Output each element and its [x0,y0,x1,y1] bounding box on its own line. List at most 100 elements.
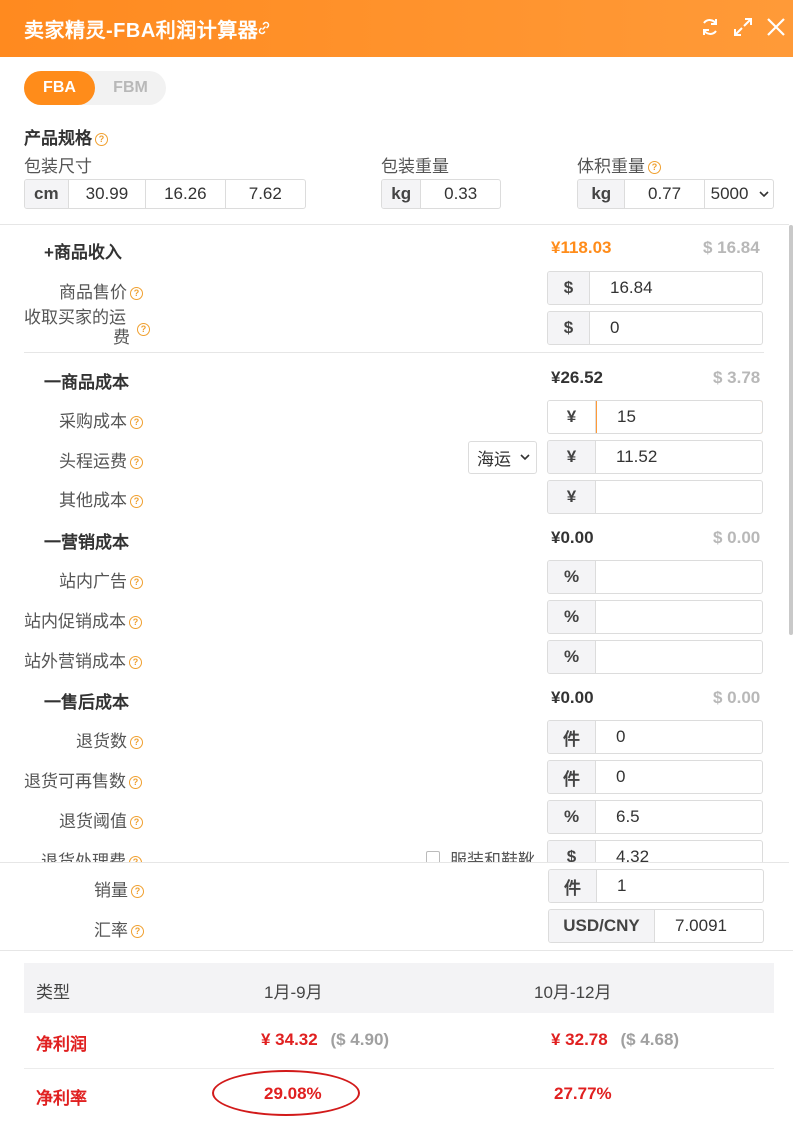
highlight-ellipse-annotation [212,1070,360,1116]
help-icon[interactable]: ? [129,616,142,630]
first-leg-freight-label: 头程运费? [59,447,143,472]
row-divider [24,1068,774,1069]
onsite-ads-field: % [547,560,763,594]
scrollbar[interactable] [789,225,793,635]
marketing-cost-title: 营销成本 [61,533,129,552]
resellable-returns-field: 件 0 [547,760,763,794]
after-sales-header[interactable]: 一售后成本 [44,688,129,713]
onsite-ads-text: 站内广告 [59,572,127,591]
net-profit-jan-sep-usd: ($ 4.90) [330,1030,390,1049]
close-icon[interactable] [764,15,788,39]
returns-field: 件 0 [547,720,763,754]
expand-icon[interactable] [731,15,755,39]
collapse-toggle-icon: 一 [44,693,61,712]
return-handling-fee-text: 退货处理费 [41,852,126,862]
net-profit-jan-sep: ¥ 34.32 ($ 4.90) [261,1030,389,1050]
help-icon[interactable]: ? [95,133,108,147]
purchase-cost-input[interactable]: 15 [596,401,762,433]
exchange-rate-text: 汇率 [94,921,128,940]
expand-toggle-icon: + [44,243,54,262]
returns-input[interactable]: 0 [596,721,762,753]
package-weight-input[interactable]: 0.33 [421,180,500,208]
return-threshold-text: 退货阈值 [59,812,127,831]
return-threshold-unit: % [548,801,596,833]
help-icon[interactable]: ? [129,656,142,670]
divisor-select[interactable]: 5000 [705,180,773,208]
help-icon[interactable]: ? [130,287,143,301]
quantity-field: 件 1 [548,869,764,903]
help-icon[interactable]: ? [129,776,142,790]
offsite-marketing-input[interactable] [596,641,762,673]
quantity-unit: 件 [549,870,597,902]
help-icon[interactable]: ? [130,576,143,590]
offsite-marketing-field: % [547,640,763,674]
income-title: 商品收入 [53,243,122,262]
return-handling-fee-input[interactable]: 4.32 [596,841,762,862]
net-profit-oct-dec-cny: ¥ 32.78 [551,1030,608,1049]
mode-toggle: FBA FBM [24,71,166,105]
help-icon[interactable]: ? [648,161,661,175]
income-usd: $ 16.84 [703,238,760,257]
divider [24,352,764,353]
returns-label: 退货数? [76,727,143,752]
income-header[interactable]: +商品收入 [44,238,122,263]
purchase-cost-text: 采购成本 [59,412,127,431]
package-size-group: cm 30.99 16.26 7.62 [24,179,306,209]
help-icon[interactable]: ? [130,416,143,430]
other-cost-field: ¥ [547,480,763,514]
first-leg-freight-input[interactable]: 11.52 [596,441,762,473]
cost-scroll-area[interactable]: +商品收入 ¥118.03 $ 16.84 商品售价? $ 16.84 收取买家… [0,226,789,862]
tab-fba[interactable]: FBA [24,71,95,105]
sale-price-input[interactable]: 16.84 [590,272,762,304]
shipping-charge-input[interactable]: 0 [590,312,762,344]
width-input[interactable]: 16.26 [146,180,226,208]
quantity-input[interactable]: 1 [597,870,763,902]
help-icon[interactable]: ? [130,736,143,750]
help-icon[interactable]: ? [130,456,143,470]
other-cost-input[interactable] [596,481,762,513]
volume-weight-label: 体积重量? [577,152,661,177]
link-icon[interactable] [256,20,272,36]
shipping-charge-label: 收取买家的运 费 [24,308,130,348]
exchange-rate-field: USD/CNY 7.0091 [548,909,764,943]
divisor-value: 5000 [710,184,749,203]
marketing-cost-usd: $ 0.00 [713,528,761,547]
sale-price-unit: $ [548,272,590,304]
package-size-label: 包装尺寸 [24,157,92,176]
length-input[interactable]: 30.99 [69,180,147,208]
help-icon[interactable]: ? [130,816,143,830]
exchange-rate-label: 汇率? [94,916,144,941]
collapse-toggle-icon: 一 [44,533,61,552]
marketing-cost-header[interactable]: 一营销成本 [44,528,129,553]
apparel-checkbox-label: 服装和鞋靴 [450,851,535,862]
quantity-text: 销量 [94,881,128,900]
tab-fbm[interactable]: FBM [95,71,166,105]
return-threshold-input[interactable]: 6.5 [596,801,762,833]
collapse-toggle-icon: 一 [44,373,61,392]
help-icon[interactable]: ? [131,885,144,899]
exchange-rate-input[interactable]: 7.0091 [655,910,763,942]
onsite-ads-input[interactable] [596,561,762,593]
shipping-charge-text-1: 收取买家的运 [24,308,126,327]
help-icon[interactable]: ? [137,323,150,337]
package-weight-unit: kg [382,180,422,208]
returns-unit: 件 [548,721,596,753]
resellable-returns-input[interactable]: 0 [596,761,762,793]
offsite-marketing-text: 站外营销成本 [24,652,126,671]
refresh-icon[interactable] [698,15,722,39]
apparel-checkbox[interactable] [426,851,440,862]
help-icon[interactable]: ? [130,495,143,509]
resellable-returns-text: 退货可再售数 [24,772,126,791]
offsite-marketing-unit: % [548,641,596,673]
shipping-method-select[interactable]: 海运 [468,441,537,474]
first-leg-freight-text: 头程运费 [59,452,127,471]
shipping-charge-unit: $ [548,312,590,344]
help-icon[interactable]: ? [131,925,144,939]
resellable-returns-unit: 件 [548,761,596,793]
net-profit-jan-sep-cny: ¥ 34.32 [261,1030,318,1049]
volume-weight-unit: kg [578,180,626,208]
onsite-promo-input[interactable] [596,601,762,633]
height-input[interactable]: 7.62 [226,180,305,208]
onsite-promo-label: 站内促销成本? [24,607,142,632]
product-cost-header[interactable]: 一商品成本 [44,368,129,393]
